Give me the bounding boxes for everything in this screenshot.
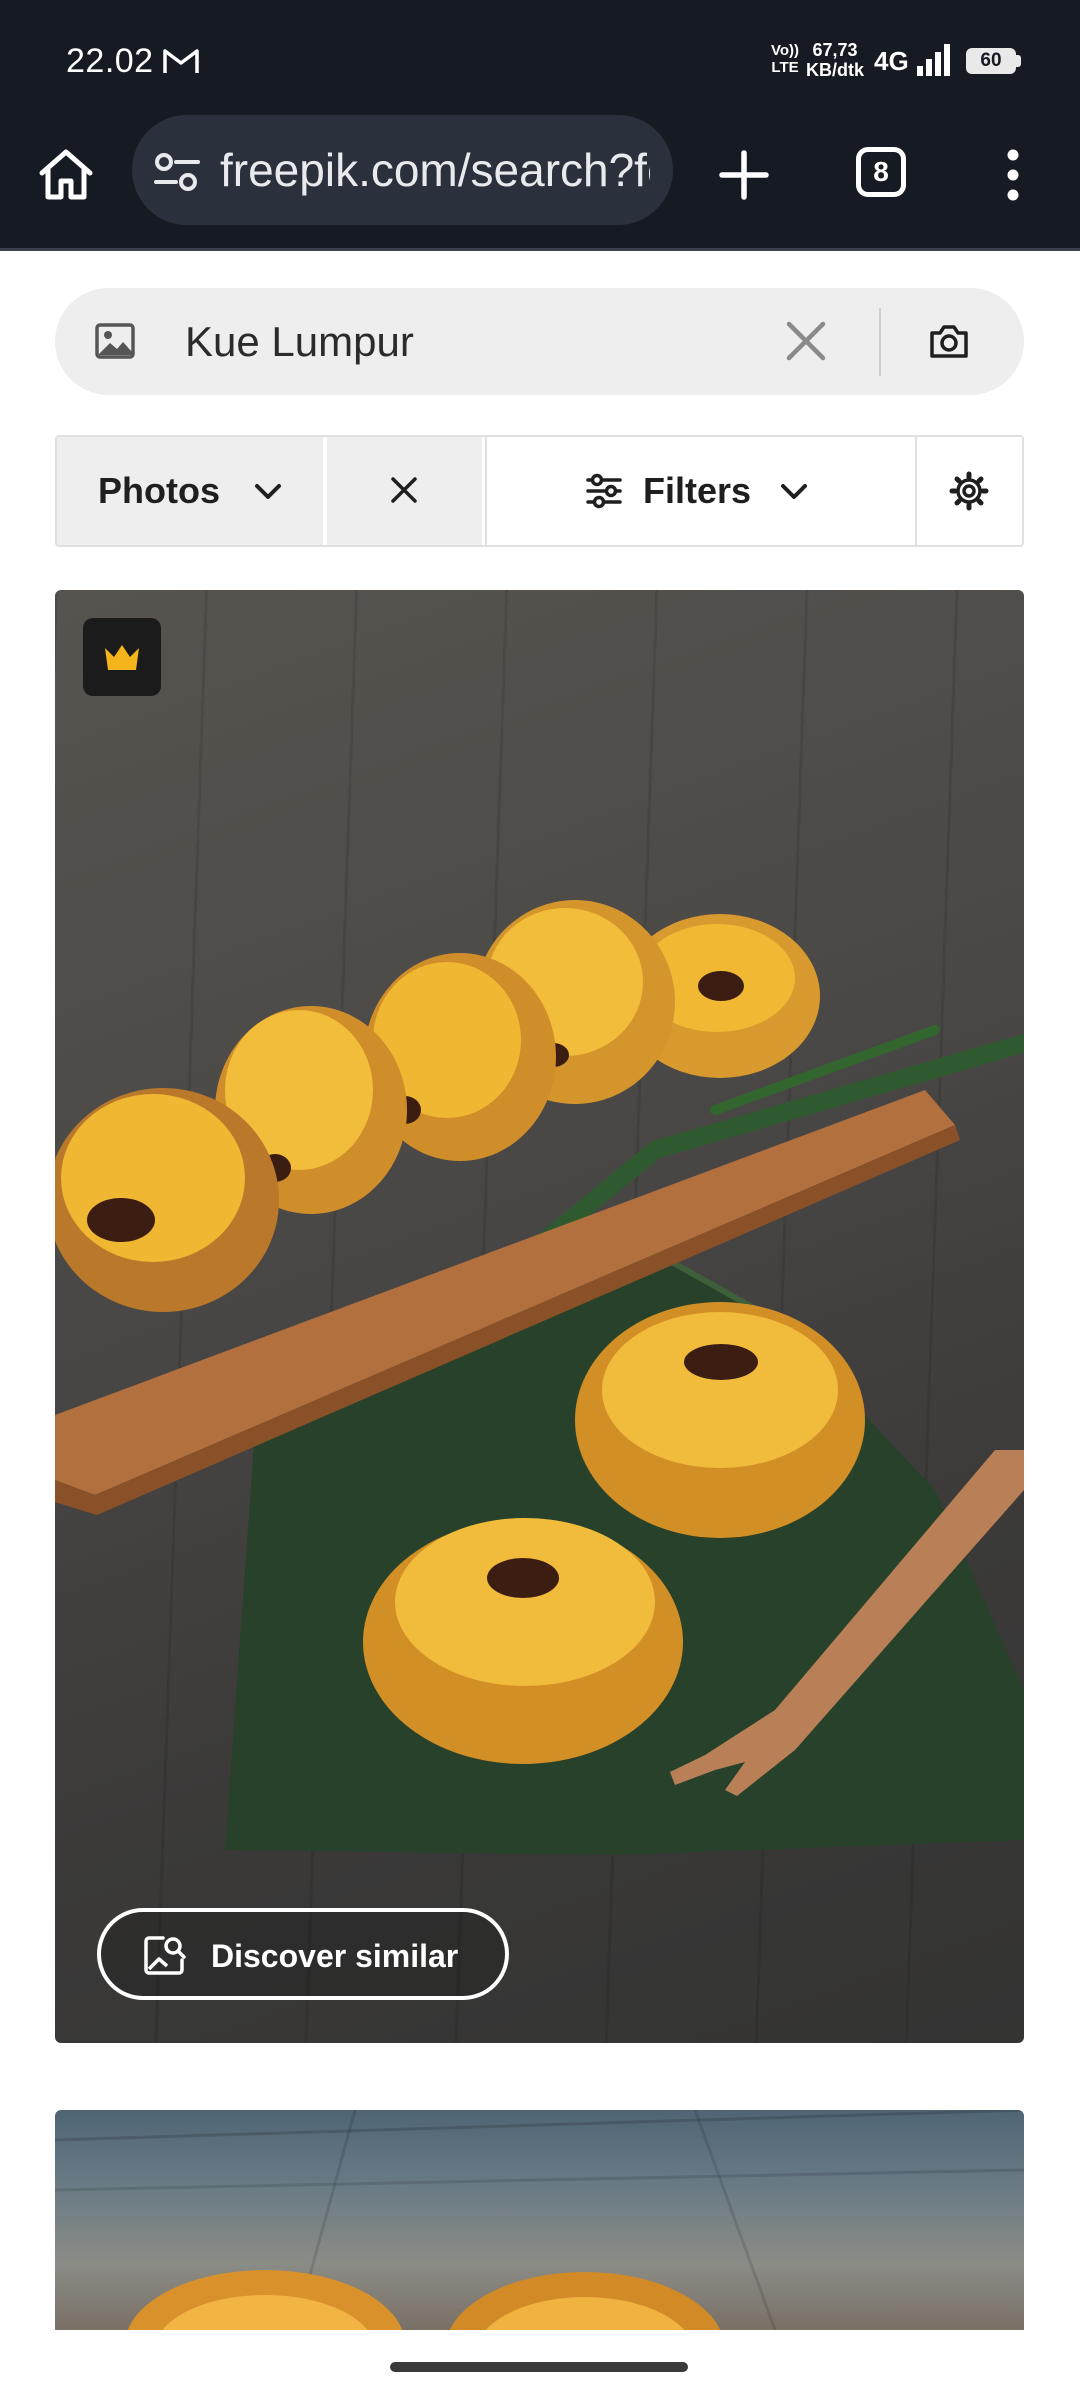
filters-label: Filters xyxy=(643,470,752,511)
premium-badge xyxy=(83,618,161,696)
site-settings-icon[interactable] xyxy=(154,152,200,192)
filters-dropdown[interactable]: Filters xyxy=(487,437,915,545)
url-text: freepik.com/search?fc xyxy=(220,144,650,196)
crown-icon xyxy=(105,645,139,670)
discover-similar-label: Discover similar xyxy=(211,1938,459,1974)
browser-toolbar: freepik.com/search?fc 8 xyxy=(0,115,1080,251)
gear-icon[interactable] xyxy=(949,471,989,511)
discover-similar-button[interactable]: Discover similar xyxy=(97,1908,509,2000)
tabs-button[interactable]: 8 xyxy=(856,147,906,197)
more-menu-icon[interactable] xyxy=(998,143,1028,207)
network-type: 4G xyxy=(874,46,909,76)
clear-type-button[interactable] xyxy=(327,437,482,545)
image-search-icon xyxy=(144,1936,186,1975)
clear-icon[interactable] xyxy=(783,318,829,364)
network-speed-unit: KB/dtk xyxy=(806,60,864,80)
battery-level: 60 xyxy=(980,50,1002,71)
new-tab-icon[interactable] xyxy=(712,143,776,207)
content-type-dropdown[interactable]: Photos xyxy=(57,437,323,545)
image-search-icon xyxy=(95,323,135,359)
signal-icon xyxy=(917,44,950,76)
search-divider xyxy=(879,308,881,376)
home-indicator[interactable] xyxy=(390,2362,688,2372)
result-card[interactable]: Discover similar xyxy=(55,590,1024,2043)
chevron-down-icon xyxy=(255,484,281,499)
result-card[interactable] xyxy=(55,2110,1024,2330)
network-speed: 67,73 KB/dtk xyxy=(806,40,864,80)
camera-icon[interactable] xyxy=(928,320,970,362)
result-photo xyxy=(55,900,1024,1855)
status-time: 22.02 xyxy=(66,42,154,80)
close-icon xyxy=(391,477,417,503)
status-bar: 22.02 Vo)) LTE 67,73 KB/dtk 4G 60 xyxy=(0,0,1080,115)
result-photo xyxy=(55,2110,1024,2330)
home-icon[interactable] xyxy=(34,143,98,207)
content-type-label: Photos xyxy=(98,470,220,511)
network-speed-value: 67,73 xyxy=(812,40,858,60)
battery-tip xyxy=(1016,55,1021,67)
address-bar[interactable]: freepik.com/search?fc xyxy=(132,115,673,225)
gmail-icon xyxy=(163,49,199,73)
sliders-icon xyxy=(586,473,622,509)
volte-indicator: Vo)) LTE xyxy=(770,42,800,76)
filter-bar: Photos Filters xyxy=(55,435,1024,547)
search-input[interactable]: Kue Lumpur xyxy=(185,316,414,368)
search-bar[interactable]: Kue Lumpur xyxy=(55,288,1024,395)
chevron-down-icon xyxy=(781,484,807,499)
filter-divider xyxy=(915,437,917,545)
